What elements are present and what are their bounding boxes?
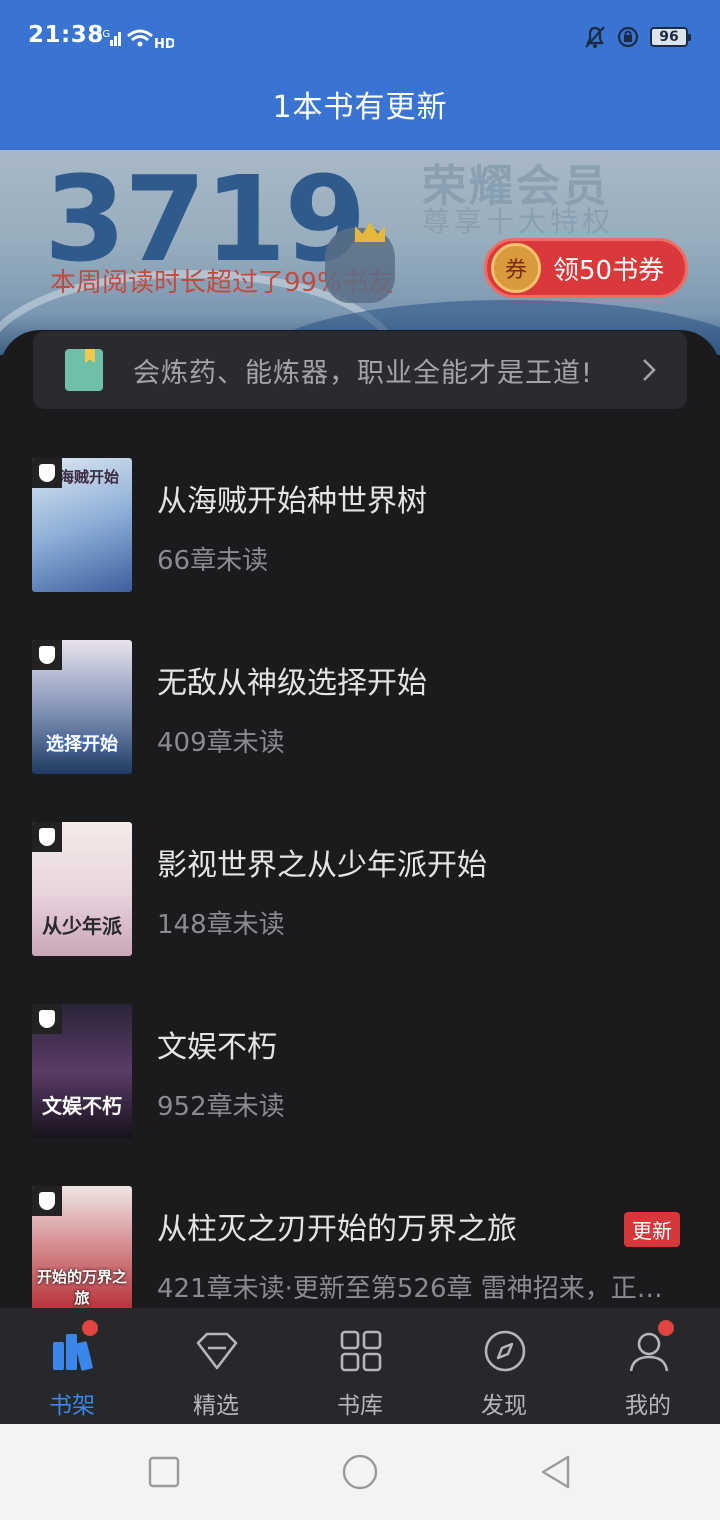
vip-subtitle: 尊享十大特权	[422, 205, 615, 238]
signal-wifi-icon: 4G HD	[96, 29, 174, 50]
book-cover: 海贼开始	[32, 458, 132, 592]
home-icon[interactable]	[342, 1454, 378, 1490]
promo-notice[interactable]: 会炼药、能炼器，职业全能才是王道!	[33, 331, 687, 409]
book-cover: 从少年派	[32, 822, 132, 956]
recent-apps-icon[interactable]	[146, 1454, 182, 1490]
mask-icon	[32, 1004, 62, 1034]
unread-count: 66章未读	[157, 546, 269, 576]
mask-icon	[32, 1186, 62, 1216]
compass-icon	[484, 1330, 526, 1372]
book-cover: 选择开始	[32, 640, 132, 774]
book-title: 从柱灭之刃开始的万界之旅	[157, 1212, 517, 1247]
book-item[interactable]: 开始的万界之旅 从柱灭之刃开始的万界之旅 更新 421章未读·更新至第526章 …	[0, 1186, 720, 1326]
svg-text:HD: HD	[154, 37, 174, 50]
coupon-icon: 券	[491, 243, 541, 293]
nav-label: 书库	[337, 1393, 383, 1419]
book-cover: 开始的万界之旅	[32, 1186, 132, 1320]
status-bar: 21:38 4G HD 96	[0, 0, 720, 76]
bell-off-icon	[585, 26, 605, 48]
reading-banner[interactable]: 3719 本周阅读时长超过了99%书友 荣耀会员 尊享十大特权 券 领50书券	[0, 150, 720, 355]
cover-title: 开始的万界之旅	[36, 1268, 127, 1307]
page-title: 1本书有更新	[272, 90, 448, 125]
unread-count: 148章未读	[157, 910, 285, 940]
nav-profile[interactable]: 我的	[576, 1308, 720, 1424]
cover-title: 文娱不朽	[42, 1094, 122, 1118]
nav-label: 精选	[193, 1393, 239, 1419]
nav-library[interactable]: 书库	[288, 1308, 432, 1424]
status-right-icons: 96	[584, 22, 691, 52]
unread-count: 952章未读	[157, 1092, 285, 1122]
top-header: 21:38 4G HD 96 1本书有更新	[0, 0, 720, 150]
notification-dot	[82, 1320, 98, 1336]
unread-count: 409章未读	[157, 728, 285, 758]
mask-icon	[32, 458, 62, 488]
book-title: 影视世界之从少年派开始	[157, 848, 487, 883]
update-badge: 更新	[624, 1212, 680, 1247]
nav-bookshelf[interactable]: 书架	[0, 1308, 144, 1424]
grid-icon	[340, 1330, 382, 1372]
diamond-icon	[196, 1332, 238, 1370]
book-item[interactable]: 文娱不朽 文娱不朽 952章未读	[0, 1004, 720, 1144]
book-item[interactable]: 选择开始 无敌从神级选择开始 409章未读	[0, 640, 720, 780]
battery-indicator: 96	[650, 27, 691, 47]
network-type-label: 4G	[96, 29, 110, 40]
chevron-right-icon	[643, 359, 656, 381]
system-navigation-bar	[0, 1424, 720, 1520]
status-time: 21:38	[28, 22, 104, 48]
cover-title: 从少年派	[42, 914, 122, 938]
book-item[interactable]: 海贼开始 从海贼开始种世界树 66章未读	[0, 458, 720, 598]
back-icon[interactable]	[538, 1454, 574, 1490]
mask-icon	[32, 822, 62, 852]
book-title: 无敌从神级选择开始	[157, 666, 427, 701]
mask-icon	[32, 640, 62, 670]
nav-label: 书架	[49, 1393, 95, 1419]
book-title: 从海贼开始种世界树	[157, 484, 427, 519]
update-info: 421章未读·更新至第526章 雷神招来，正…	[157, 1274, 663, 1304]
nav-label: 发现	[481, 1393, 527, 1419]
notification-dot	[658, 1320, 674, 1336]
book-title: 文娱不朽	[157, 1030, 277, 1065]
nav-featured[interactable]: 精选	[144, 1308, 288, 1424]
book-icon	[65, 349, 103, 391]
cover-title: 选择开始	[46, 734, 118, 755]
book-item[interactable]: 从少年派 影视世界之从少年派开始 148章未读	[0, 822, 720, 962]
claim-coupon-button[interactable]: 券 领50书券	[484, 238, 688, 298]
book-cover: 文娱不朽	[32, 1004, 132, 1138]
notice-text: 会炼药、能炼器，职业全能才是王道!	[133, 358, 593, 389]
nav-discover[interactable]: 发现	[432, 1308, 576, 1424]
coupon-label: 领50书券	[553, 255, 665, 286]
rotation-lock-icon	[617, 26, 639, 48]
nav-label: 我的	[625, 1393, 671, 1419]
bottom-navigation: 书架 精选 书库 发现 我的	[0, 1308, 720, 1424]
